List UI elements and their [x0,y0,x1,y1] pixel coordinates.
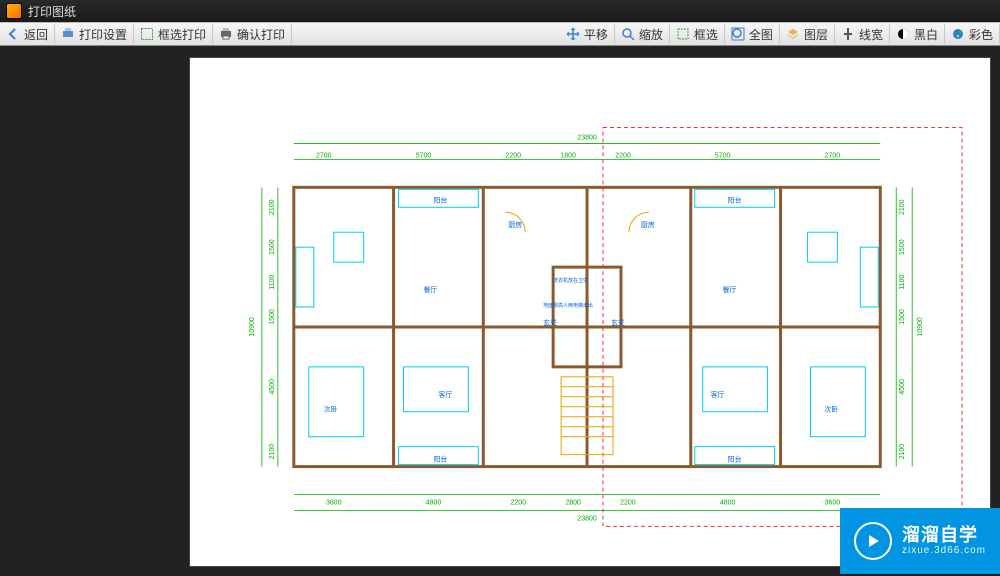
dim-bottom-3: 2200 [510,499,526,506]
pan-button[interactable]: 平移 [560,24,615,44]
dim-left-overall: 10900 [249,317,256,337]
confirm-print-button[interactable]: 确认打印 [213,24,292,44]
room-living-label-2: 客厅 [711,390,725,399]
box-select-button[interactable]: 框选 [670,24,725,44]
room-kitchen-label-2: 厨房 [641,220,655,229]
room-kitchen-label-1: 厨房 [508,220,522,229]
dim-top-2: 5700 [416,152,432,159]
dim-top-3: 2200 [505,152,521,159]
full-extent-label: 全图 [749,26,773,43]
room-bedroom-label-1: 次卧 [324,405,338,414]
dim-right-5: 4500 [899,379,906,395]
back-button[interactable]: 返回 [0,24,55,44]
print-settings-label: 打印设置 [79,26,127,43]
box-select-icon [676,27,690,41]
color-icon [951,27,965,41]
full-extent-button[interactable]: 全图 [725,24,780,44]
app-icon [6,3,22,19]
dim-left-2: 1500 [269,239,276,255]
toolbar: 返回 打印设置 框选打印 确认打印 平移 缩放 框选 全图 [0,22,1000,46]
layers-icon [786,27,800,41]
dim-top-1: 2700 [316,152,332,159]
frame-print-label: 框选打印 [158,26,206,43]
watermark-url: zixue.3d66.com [902,545,986,556]
print-page[interactable]: 阳台 阳台 阳台 阳台 厨房 厨房 餐厅 餐厅 玄关 玄关 客厅 客厅 次卧 次… [190,58,990,566]
watermark-brand: 溜溜自学 [902,526,986,546]
bw-button[interactable]: 黑白 [890,24,945,44]
dim-top-6: 5700 [715,152,731,159]
workspace: 阳台 阳台 阳台 阳台 厨房 厨房 餐厅 餐厅 玄关 玄关 客厅 客厅 次卧 次… [0,46,1000,576]
dim-bottom-2: 4800 [426,499,442,506]
floorplan-drawing: 阳台 阳台 阳台 阳台 厨房 厨房 餐厅 餐厅 玄关 玄关 客厅 客厅 次卧 次… [224,66,982,558]
lineweight-button[interactable]: 线宽 [835,24,890,44]
color-label: 彩色 [969,26,993,43]
dim-right-4: 1500 [899,309,906,325]
zoom-icon [621,27,635,41]
box-select-label: 框选 [694,26,718,43]
dim-right-3: 1100 [899,274,906,289]
dim-right-2: 1500 [899,239,906,255]
room-balcony-label-1: 阳台 [433,195,447,204]
lineweight-label: 线宽 [859,26,883,43]
dim-bottom-7: 3600 [825,499,841,506]
back-label: 返回 [24,26,48,43]
room-balcony-label-2: 阳台 [728,195,742,204]
pan-icon [566,27,580,41]
print-settings-icon [61,27,75,41]
frame-select-icon [140,27,154,41]
room-balcony-label-4: 阳台 [728,455,742,464]
back-icon [6,27,20,41]
zoom-label: 缩放 [639,26,663,43]
room-entry-label-2: 玄关 [611,318,625,327]
bw-label: 黑白 [914,26,938,43]
layers-label: 图层 [804,26,828,43]
full-icon [731,27,745,41]
dim-top-4: 1800 [560,152,576,159]
bw-icon [896,27,910,41]
confirm-print-icon [219,27,233,41]
print-settings-button[interactable]: 打印设置 [55,24,134,44]
dim-left-6: 2100 [269,444,276,460]
toolbar-right: 平移 缩放 框选 全图 图层 线宽 黑白 彩色 [560,24,1000,44]
note-1: 洗衣机放在卫生 [553,277,588,284]
dim-right-6: 2100 [899,444,906,460]
confirm-print-label: 确认打印 [237,26,285,43]
dim-left-1: 2100 [269,199,276,215]
room-living-label-1: 客厅 [438,390,452,399]
layers-button[interactable]: 图层 [780,24,835,44]
dim-left-3: 1100 [269,274,276,289]
toolbar-left: 返回 打印设置 框选打印 确认打印 [0,24,292,44]
dim-bottom-5: 2200 [620,499,636,506]
window-title: 打印图纸 [28,3,76,20]
dim-right-1: 2100 [899,199,906,215]
room-bedroom-label-2: 次卧 [824,405,838,414]
room-entry-label-1: 玄关 [543,318,557,327]
pan-label: 平移 [584,26,608,43]
dim-top-5: 2200 [615,152,631,159]
play-icon [854,522,892,560]
dim-bottom-6: 4800 [720,499,736,506]
room-dining-label-2: 餐厅 [723,285,737,294]
titlebar: 打印图纸 [0,0,1000,22]
dim-top-7: 2700 [825,152,841,159]
zoom-button[interactable]: 缩放 [615,24,670,44]
dim-top-overall: 23800 [577,134,597,141]
lineweight-icon [841,27,855,41]
dim-bottom-1: 3600 [326,499,342,506]
frame-print-button[interactable]: 框选打印 [134,24,213,44]
dim-left-5: 4500 [269,379,276,395]
dim-right-overall: 10900 [917,317,924,337]
note-2: 地面限高人两电梯走出 [543,302,593,309]
room-balcony-label-3: 阳台 [433,455,447,464]
dim-bottom-overall: 23800 [577,515,597,522]
room-dining-label-1: 餐厅 [423,285,437,294]
watermark: 溜溜自学 zixue.3d66.com [840,508,1000,574]
dim-left-4: 1500 [269,309,276,325]
dim-bottom-4: 2800 [565,499,581,506]
color-button[interactable]: 彩色 [945,24,1000,44]
